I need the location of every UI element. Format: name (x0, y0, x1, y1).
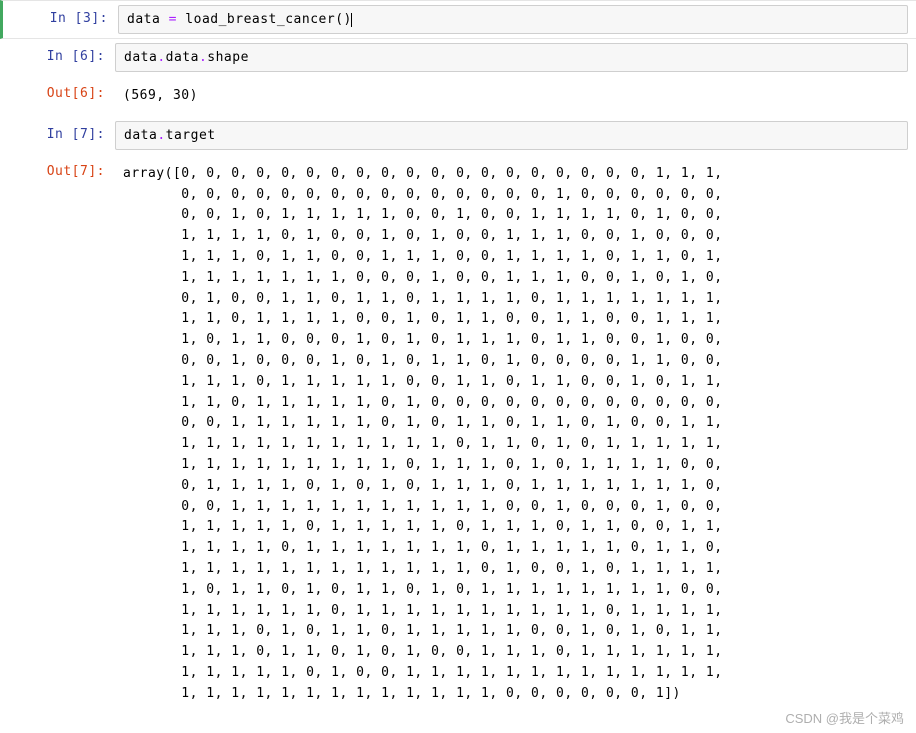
output-cell-7: Out[7]: array([0, 0, 0, 0, 0, 0, 0, 0, 0… (0, 154, 916, 715)
prompt-out-6: Out[6]: (0, 80, 115, 113)
code-input-6[interactable]: data.data.shape (115, 43, 908, 72)
code-input-7[interactable]: data.target (115, 121, 908, 150)
code-cell-7[interactable]: In [7]: data.target (0, 117, 916, 154)
code-input-3[interactable]: data = load_breast_cancer() (118, 5, 908, 34)
prompt-out-7: Out[7]: (0, 158, 115, 711)
prompt-in-3: In [3]: (3, 5, 118, 34)
prompt-in-7: In [7]: (0, 121, 115, 150)
output-text-7: array([0, 0, 0, 0, 0, 0, 0, 0, 0, 0, 0, … (115, 158, 916, 711)
prompt-in-6: In [6]: (0, 43, 115, 72)
code-cell-6[interactable]: In [6]: data.data.shape (0, 39, 916, 76)
output-cell-6: Out[6]: (569, 30) (0, 76, 916, 117)
code-line: data = load_breast_cancer() (127, 12, 352, 27)
code-line: data.data.shape (124, 50, 249, 65)
code-line: data.target (124, 128, 216, 143)
output-text-6: (569, 30) (115, 80, 916, 113)
text-cursor (351, 13, 352, 27)
code-cell-3[interactable]: In [3]: data = load_breast_cancer() (0, 0, 916, 39)
